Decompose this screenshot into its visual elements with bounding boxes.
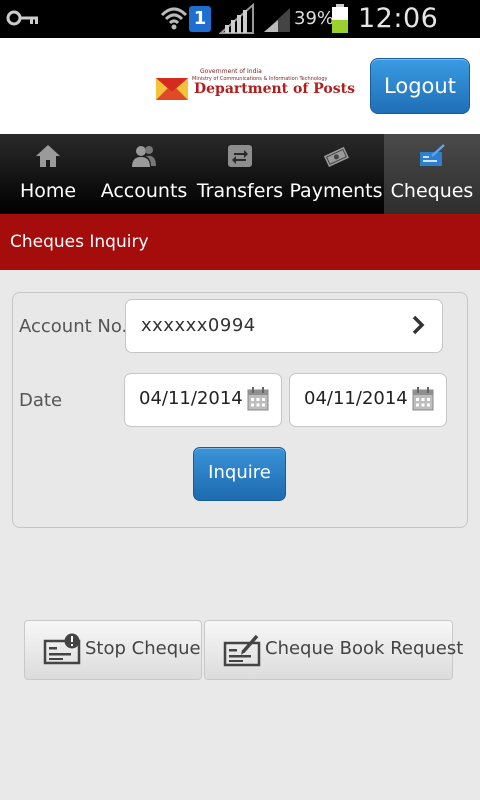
transfer-icon <box>228 145 252 167</box>
sim-indicator: 1 <box>189 6 211 32</box>
key-icon <box>6 10 38 26</box>
stop-cheque-label: Stop Cheque <box>85 638 201 659</box>
signal-weak-icon <box>264 8 290 32</box>
page-title-bar: Cheques Inquiry <box>0 214 480 270</box>
calendar-icon[interactable] <box>412 387 434 411</box>
calendar-icon[interactable] <box>247 387 269 411</box>
account-number-select[interactable]: xxxxxx0994 <box>125 299 443 353</box>
account-number-label: Account No. <box>19 316 128 337</box>
signal-icon <box>219 3 254 34</box>
stop-cheque-icon <box>43 633 81 665</box>
from-date-field[interactable]: 04/11/2014 <box>124 373 282 427</box>
logo-gov-line: Government of India <box>200 68 262 75</box>
users-icon <box>132 146 156 167</box>
cheque-book-request-label: Cheque Book Request <box>265 638 464 659</box>
tab-payments[interactable]: Payments <box>288 134 384 214</box>
to-date-value: 04/11/2014 <box>304 388 408 409</box>
home-icon <box>36 145 60 167</box>
money-icon <box>323 146 349 167</box>
battery-percent: 39% <box>294 8 335 29</box>
to-date-field[interactable]: 04/11/2014 <box>289 373 447 427</box>
tab-transfers[interactable]: Transfers <box>192 134 288 214</box>
chevron-right-icon <box>412 315 425 335</box>
tab-cheques[interactable]: Cheques <box>384 134 480 214</box>
from-date-value: 04/11/2014 <box>139 388 243 409</box>
stop-cheque-button[interactable]: Stop Cheque <box>24 620 202 680</box>
wifi-icon <box>160 7 188 30</box>
tab-home-label: Home <box>19 180 77 202</box>
battery-icon <box>332 4 348 33</box>
account-number-value: xxxxxx0994 <box>141 315 256 336</box>
tab-home[interactable]: Home <box>0 134 96 214</box>
main-nav: Home Accounts Transfers Payments Cheques <box>0 134 480 214</box>
inquire-button[interactable]: Inquire <box>193 447 286 501</box>
date-label: Date <box>19 390 63 411</box>
tab-accounts[interactable]: Accounts <box>96 134 192 214</box>
logout-button[interactable]: Logout <box>370 58 470 114</box>
department-logo: Government of India Ministry of Communic… <box>152 68 355 108</box>
tab-payments-label: Payments <box>289 180 383 202</box>
cheque-book-icon <box>223 634 261 667</box>
tab-accounts-label: Accounts <box>100 180 188 202</box>
cheque-book-request-button[interactable]: Cheque Book Request <box>204 620 463 680</box>
tab-cheques-label: Cheques <box>390 180 474 202</box>
status-bar: 1 39% 12:06 PM <box>0 0 480 65</box>
app-header: Government of India Ministry of Communic… <box>0 38 480 134</box>
logo-dept-name: Department of Posts <box>194 81 355 97</box>
post-logo-icon <box>156 78 188 100</box>
tab-transfers-label: Transfers <box>196 180 284 202</box>
page-title: Cheques Inquiry <box>10 232 149 252</box>
cheque-icon <box>420 144 445 166</box>
